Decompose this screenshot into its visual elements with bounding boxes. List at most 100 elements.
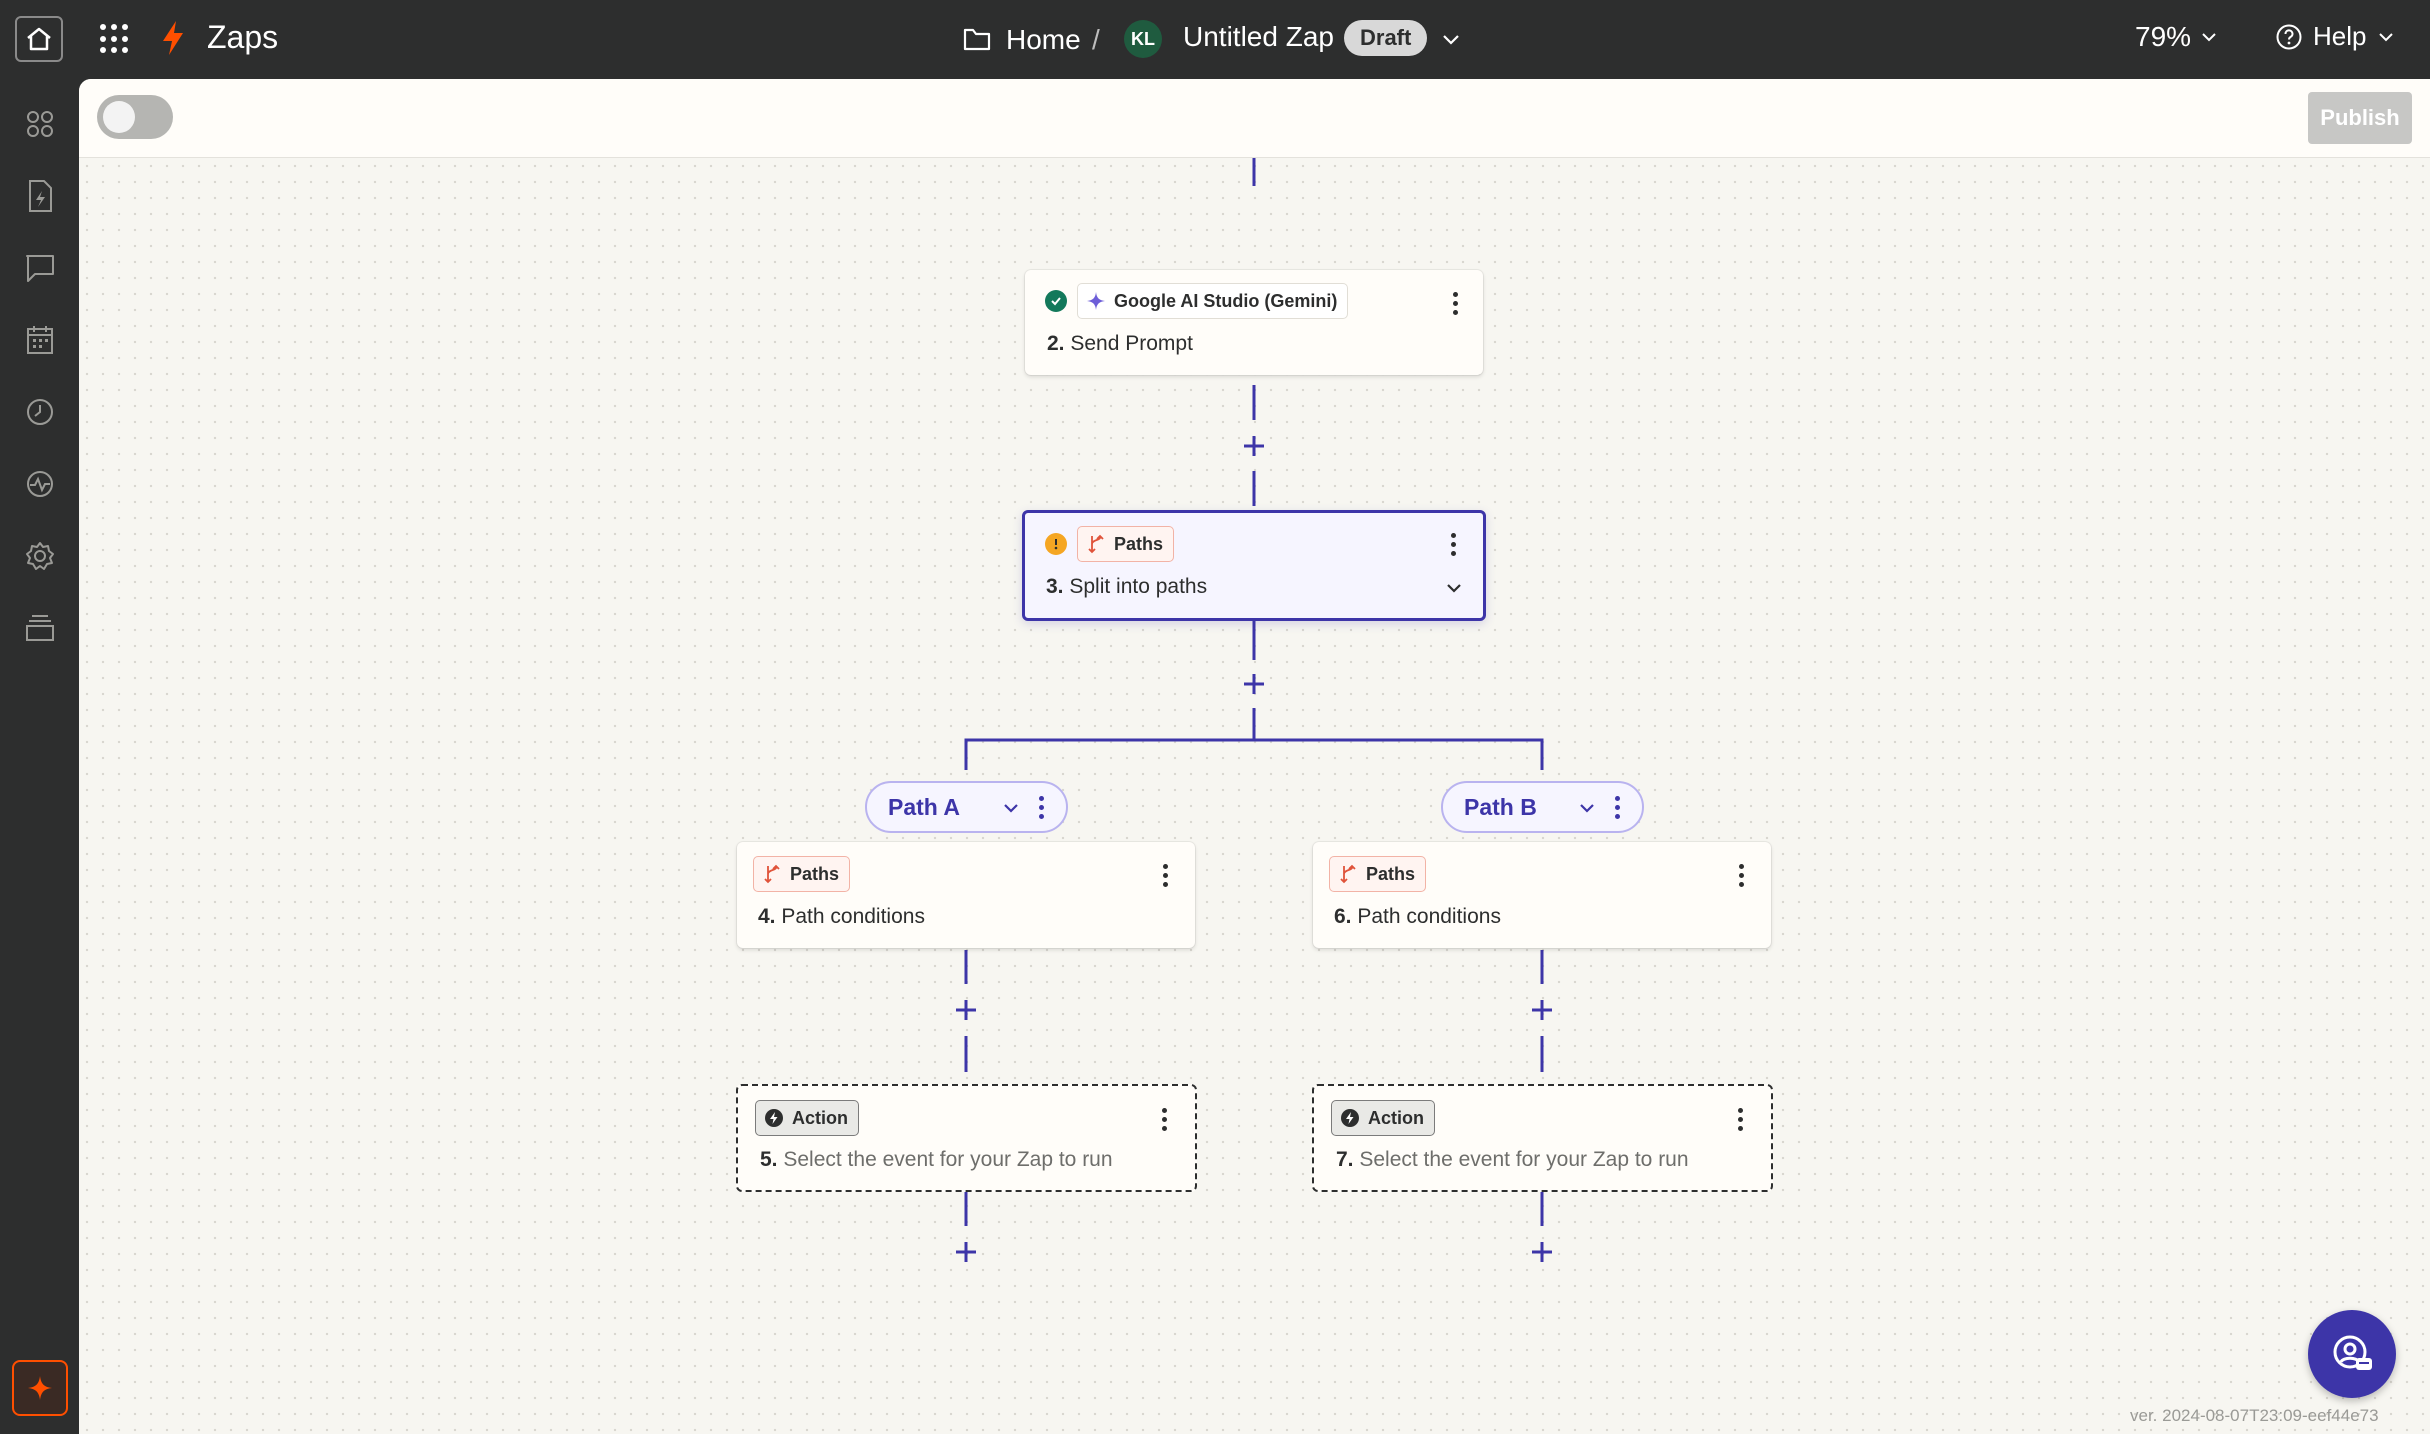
more-options-icon[interactable]	[1031, 792, 1051, 822]
step-title: 5. Select the event for your Zap to run	[760, 1148, 1113, 1172]
add-step-plus-icon[interactable]	[954, 1240, 978, 1264]
paths-icon	[764, 864, 780, 884]
app-chip: Action	[755, 1100, 859, 1136]
sidebar-item-interfaces[interactable]	[22, 250, 58, 286]
step-card-path-a-conditions[interactable]: Paths 4. Path conditions	[737, 842, 1195, 948]
zoom-menu[interactable]: 79%	[2135, 21, 2219, 53]
add-step-plus-icon[interactable]	[954, 998, 978, 1022]
sidebar	[0, 79, 79, 1434]
success-check-icon	[1045, 290, 1067, 312]
chevron-down-icon	[2379, 32, 2394, 41]
editor-toolbar: Publish	[79, 79, 2430, 158]
app-name: Action	[792, 1107, 848, 1128]
zap-canvas[interactable]: Google AI Studio (Gemini) 2. Send Prompt…	[79, 158, 2430, 1434]
chevron-down-icon	[2202, 33, 2216, 42]
sidebar-item-zaps[interactable]	[22, 178, 58, 214]
app-chip: Google AI Studio (Gemini)	[1077, 283, 1349, 319]
step-card-path-b-conditions[interactable]: Paths 6. Path conditions	[1313, 842, 1771, 948]
activity-icon	[27, 471, 53, 497]
app-name: Paths	[1366, 863, 1416, 884]
add-step-plus-icon[interactable]	[1530, 1240, 1554, 1264]
chevron-down-icon[interactable]	[1440, 24, 1462, 54]
ai-copilot-button[interactable]	[12, 1360, 68, 1416]
step-number: 6.	[1334, 905, 1352, 928]
archive-icon	[26, 615, 54, 641]
sparkle-icon	[28, 1376, 52, 1400]
add-step-plus-icon[interactable]	[1242, 434, 1266, 458]
support-chat-button[interactable]	[2308, 1310, 2396, 1398]
step-number: 2.	[1047, 332, 1065, 355]
help-label: Help	[2313, 21, 2367, 51]
chevron-down-icon[interactable]	[1443, 577, 1465, 599]
add-step-plus-icon[interactable]	[1242, 672, 1266, 696]
folder-icon	[963, 28, 991, 51]
app-title[interactable]: Zaps	[207, 19, 278, 56]
step-title: 2. Send Prompt	[1047, 332, 1193, 356]
step-card-path-a-action[interactable]: Action 5. Select the event for your Zap …	[736, 1084, 1197, 1192]
sidebar-item-apps[interactable]	[22, 106, 58, 142]
app-name: Google AI Studio (Gemini)	[1114, 290, 1338, 311]
zap-on-off-toggle[interactable]	[97, 95, 173, 139]
version-label: ver. 2024-08-07T23:09-eef44e73	[2130, 1406, 2379, 1425]
path-a-pill[interactable]: Path A	[865, 781, 1068, 833]
top-bar: Zaps Home / KL Untitled Zap Draft 79% He…	[0, 0, 2430, 79]
status-badge: Draft	[1344, 20, 1428, 56]
step-card-path-b-action[interactable]: Action 7. Select the event for your Zap …	[1312, 1084, 1773, 1192]
zoom-level: 79%	[2135, 21, 2192, 52]
home-button[interactable]	[15, 16, 63, 62]
chat-icon	[26, 255, 54, 282]
app-name: Action	[1368, 1107, 1424, 1128]
more-options-icon[interactable]	[1445, 288, 1465, 318]
step-name: Split into paths	[1069, 575, 1208, 598]
step-number: 3.	[1046, 575, 1064, 598]
step-name: Select the event for your Zap to run	[1359, 1148, 1689, 1171]
more-options-icon[interactable]	[1731, 860, 1751, 890]
action-bolt-icon	[1341, 1109, 1359, 1127]
editor-main: Publish Google AI Studio (Gemini) 2. Sen…	[79, 79, 2430, 1434]
warning-icon	[1045, 533, 1067, 555]
home-icon	[27, 27, 51, 51]
sidebar-item-archive[interactable]	[22, 610, 58, 646]
more-options-icon[interactable]	[1154, 1104, 1174, 1134]
zap-name[interactable]: Untitled Zap	[1183, 21, 1334, 53]
step-name: Send Prompt	[1070, 332, 1193, 355]
paths-icon	[1088, 534, 1104, 554]
path-label: Path B	[1464, 793, 1537, 820]
help-circle-icon	[2276, 24, 2302, 49]
path-b-pill[interactable]: Path B	[1441, 781, 1644, 833]
publish-button[interactable]: Publish	[2308, 92, 2412, 144]
action-bolt-icon	[765, 1109, 783, 1127]
zap-file-icon	[29, 180, 52, 212]
step-title: 3. Split into paths	[1046, 575, 1207, 599]
sidebar-item-settings[interactable]	[22, 538, 58, 574]
avatar[interactable]: KL	[1124, 20, 1162, 58]
step-name: Path conditions	[1357, 905, 1501, 928]
help-menu[interactable]: Help	[2275, 21, 2396, 52]
sidebar-item-tables[interactable]	[22, 322, 58, 358]
gemini-sparkle-icon	[1087, 292, 1105, 310]
paths-icon	[1340, 864, 1356, 884]
more-options-icon[interactable]	[1607, 792, 1627, 822]
chevron-down-icon[interactable]	[1001, 798, 1021, 818]
more-options-icon[interactable]	[1730, 1104, 1750, 1134]
app-chip: Paths	[1077, 526, 1175, 562]
app-name: Paths	[790, 863, 840, 884]
chevron-down-icon[interactable]	[1577, 798, 1597, 818]
more-options-icon[interactable]	[1155, 860, 1175, 890]
more-options-icon[interactable]	[1443, 529, 1463, 559]
app-launcher-icon[interactable]	[100, 24, 130, 54]
path-label: Path A	[888, 793, 960, 820]
app-name: Paths	[1114, 533, 1164, 554]
sidebar-item-history[interactable]	[22, 394, 58, 430]
step-card-split-into-paths[interactable]: Paths 3. Split into paths	[1022, 510, 1486, 621]
step-title: 6. Path conditions	[1334, 905, 1501, 929]
app-chip: Paths	[1329, 856, 1427, 892]
sidebar-item-activity[interactable]	[22, 466, 58, 502]
support-icon	[2333, 1335, 2372, 1370]
step-card-send-prompt[interactable]: Google AI Studio (Gemini) 2. Send Prompt	[1025, 270, 1483, 375]
breadcrumb-home[interactable]: Home	[1006, 0, 1081, 79]
add-step-plus-icon[interactable]	[1530, 998, 1554, 1022]
step-number: 4.	[758, 905, 776, 928]
history-icon	[27, 399, 53, 425]
step-number: 7.	[1336, 1148, 1354, 1171]
